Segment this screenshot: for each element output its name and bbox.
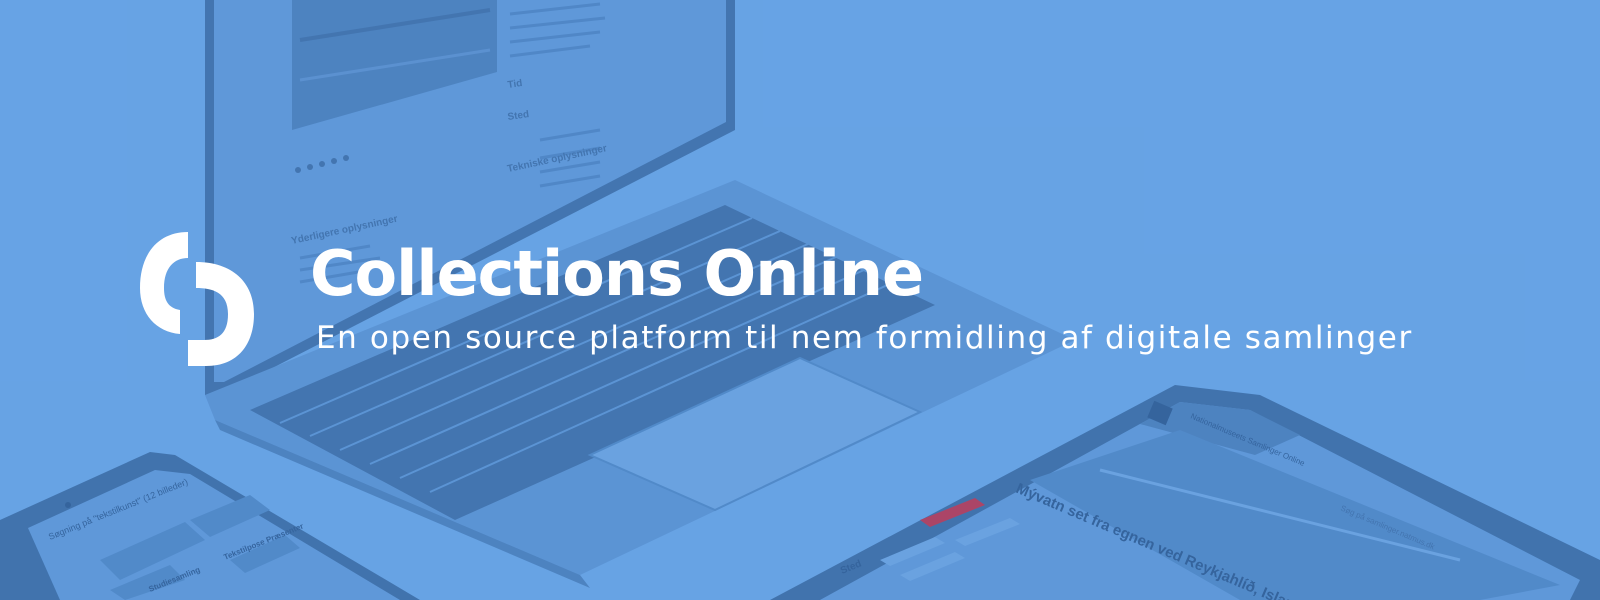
collections-online-logo-icon [140, 232, 254, 366]
laptop-section-tid: Tid [507, 78, 523, 91]
banner-title: Collections Online [310, 237, 924, 310]
banner: Tid Sted Tekniske oplysninger Yderligere… [0, 0, 1600, 600]
banner-subtitle: En open source platform til nem formidli… [316, 320, 1413, 356]
